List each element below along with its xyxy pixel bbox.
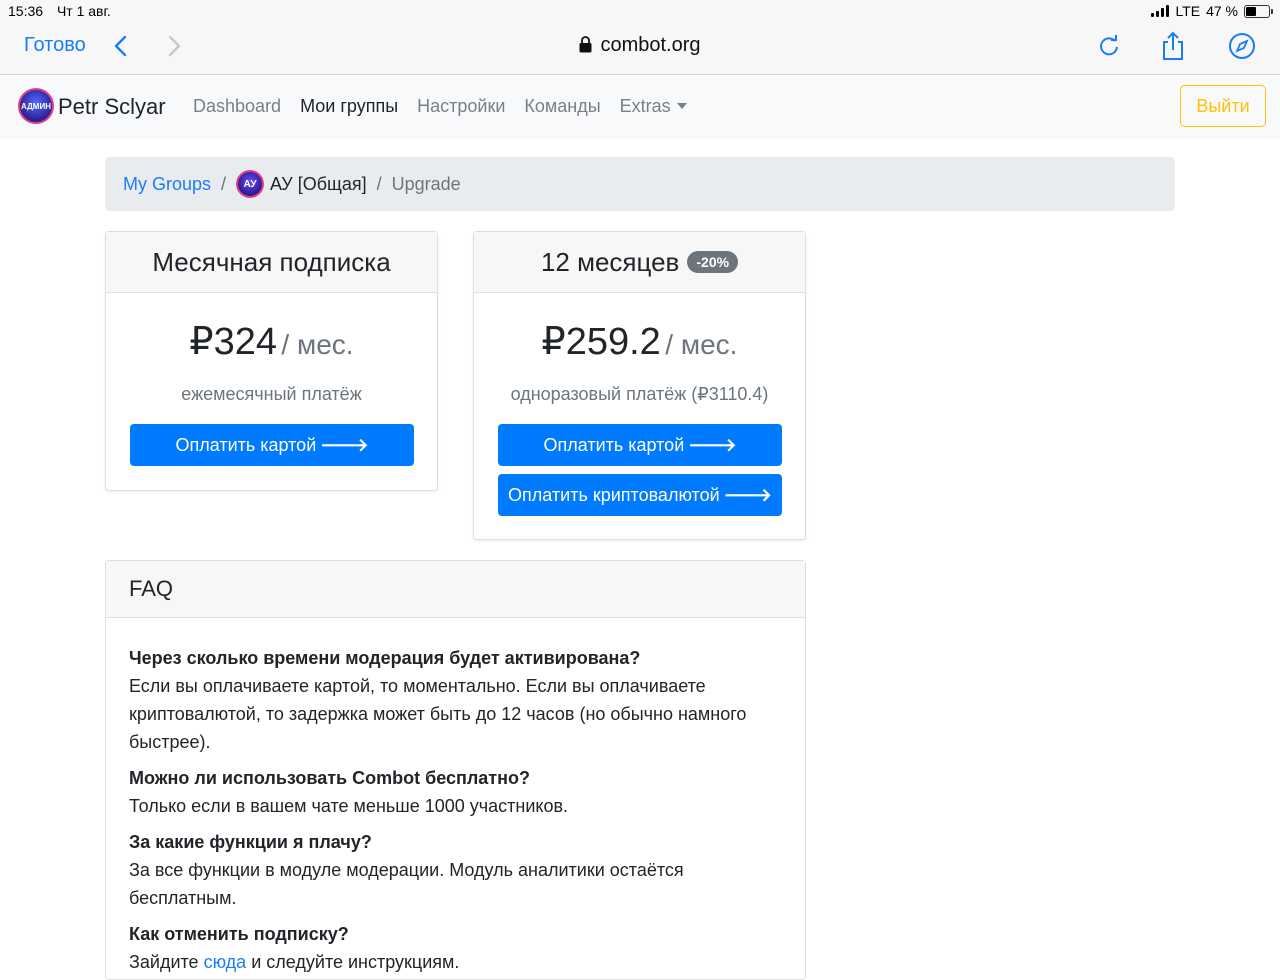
status-date: Чт 1 авг. <box>56 3 111 19</box>
breadcrumb: My Groups / АУ АУ [Общая] / Upgrade <box>105 157 1175 211</box>
faq-question: Можно ли использовать Combot бесплатно? <box>129 768 530 788</box>
breadcrumb-separator: / <box>221 173 227 194</box>
faq-answer: За все функции в модуле модерации. Модул… <box>129 860 684 908</box>
faq-answer: Если вы оплачиваете картой, то моменталь… <box>129 676 747 752</box>
pay-crypto-button[interactable]: Оплатить криптовалютой 🡒 <box>498 474 782 516</box>
compass-icon[interactable] <box>1227 31 1257 61</box>
arrow-right-icon: 🡒 <box>320 434 369 455</box>
lock-icon <box>579 36 592 53</box>
brand-user-name[interactable]: Petr Sclyar <box>58 94 166 120</box>
arrow-right-icon: 🡒 <box>723 484 772 505</box>
nav-dropdown-extras[interactable]: Extras <box>620 96 687 117</box>
ios-status-bar: 15:36 Чт 1 авг. LTE 47 % <box>0 0 1280 22</box>
battery-percent: 47 % <box>1206 3 1238 19</box>
pay-card-label: Оплатить картой <box>175 434 317 455</box>
plan-price: ₽259.2 / мес. <box>474 319 805 364</box>
avatar-label: АДМИН <box>21 101 51 111</box>
faq-answer: Зайдите сюда и следуйте инструкциям. <box>129 948 782 976</box>
plan-note: одноразовый платёж (₽3110.4) <box>510 384 769 404</box>
faq-answer-text: и следуйте инструкциям. <box>251 952 460 972</box>
pay-card-button[interactable]: Оплатить картой 🡒 <box>498 424 782 466</box>
faq-title: FAQ <box>106 561 805 618</box>
breadcrumb-separator: / <box>376 173 382 194</box>
url-text: combot.org <box>600 34 701 56</box>
network-label: LTE <box>1175 3 1201 19</box>
plan-title: 12 месяцев <box>540 246 680 277</box>
caret-down-icon <box>676 103 687 109</box>
address-bar[interactable]: combot.org <box>0 34 1280 57</box>
pay-crypto-label: Оплатить криптовалютой <box>508 484 720 505</box>
plan-price: ₽324 / мес. <box>106 319 437 364</box>
faq-cancel-link[interactable]: сюда <box>204 952 247 972</box>
faq-question: За какие функции я плачу? <box>129 832 372 852</box>
faq-answer: Только если в вашем чате меньше 1000 уча… <box>129 796 569 816</box>
breadcrumb-current: Upgrade <box>391 173 461 194</box>
price-amount: ₽324 <box>189 321 277 363</box>
price-period: / мес. <box>281 329 354 360</box>
faq-question: Через сколько времени модерация будет ак… <box>129 648 641 668</box>
group-avatar-label: АУ <box>243 178 257 190</box>
plan-note: ежемесячный платёж <box>181 384 362 404</box>
faq-body: Через сколько времени модерация будет ак… <box>106 618 805 976</box>
pay-card-button[interactable]: Оплатить картой 🡒 <box>130 424 414 466</box>
reload-icon[interactable] <box>1094 31 1124 61</box>
nav-link-commands[interactable]: Команды <box>524 96 600 117</box>
nav-links: Dashboard Мои группы Настройки Команды E… <box>193 96 687 117</box>
nav-link-extras[interactable]: Extras <box>620 96 671 116</box>
safari-toolbar: Готово combot.org <box>0 22 1280 75</box>
nav-link-settings[interactable]: Настройки <box>417 96 505 117</box>
faq-card: FAQ Через сколько времени модерация буде… <box>105 560 806 980</box>
plan-header: 12 месяцев -20% <box>474 232 805 293</box>
logout-button[interactable]: Выйти <box>1180 85 1266 127</box>
faq-answer-text: Зайдите <box>129 952 199 972</box>
site-navbar: АДМИН Petr Sclyar Dashboard Мои группы Н… <box>0 75 1280 139</box>
price-period: / мес. <box>665 329 738 360</box>
price-amount: ₽259.2 <box>541 321 661 363</box>
nav-link-my-groups[interactable]: Мои группы <box>300 96 398 117</box>
group-avatar: АУ <box>236 170 265 198</box>
user-avatar[interactable]: АДМИН <box>18 88 54 124</box>
plan-card-yearly: 12 месяцев -20% ₽259.2 / мес. одноразовы… <box>473 231 806 540</box>
share-icon[interactable] <box>1158 31 1188 61</box>
plan-card-monthly: Месячная подписка ₽324 / мес. ежемесячны… <box>105 231 438 491</box>
status-time: 15:36 <box>8 3 44 19</box>
signal-icon <box>1151 5 1170 17</box>
breadcrumb-my-groups[interactable]: My Groups <box>123 174 211 195</box>
nav-link-dashboard[interactable]: Dashboard <box>193 96 281 117</box>
faq-question: Как отменить подписку? <box>129 924 349 944</box>
plan-title: Месячная подписка <box>106 232 437 293</box>
arrow-right-icon: 🡒 <box>688 434 737 455</box>
battery-icon <box>1244 4 1273 18</box>
pay-card-label: Оплатить картой <box>543 434 685 455</box>
breadcrumb-group[interactable]: АУ [Общая] <box>270 174 367 195</box>
discount-badge: -20% <box>687 251 739 273</box>
